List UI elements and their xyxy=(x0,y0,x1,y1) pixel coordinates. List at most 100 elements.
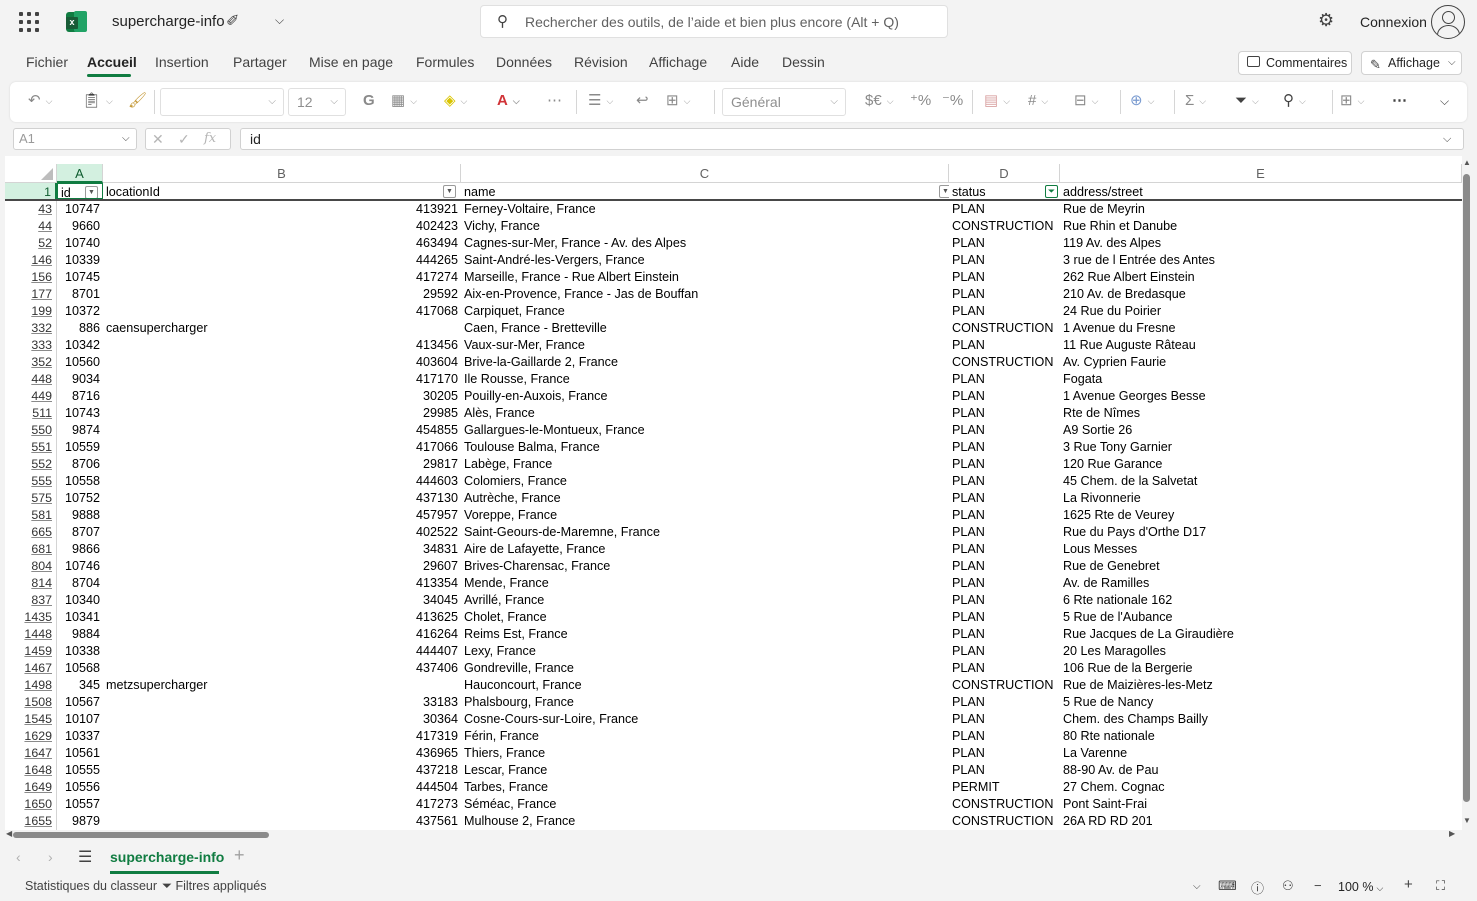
cell-status[interactable]: PLAN xyxy=(949,252,1060,269)
cell-location-id[interactable]: 463494 xyxy=(103,235,461,252)
cell-location-id[interactable]: 417319 xyxy=(103,728,461,745)
decrease-decimal-icon[interactable]: ⁻% xyxy=(942,91,963,111)
cell-street[interactable]: 3 rue de l Entrée des Antes xyxy=(1060,252,1462,269)
cell-id[interactable]: 345 xyxy=(57,677,103,694)
cell-id[interactable]: 10340 xyxy=(57,592,103,609)
cell-location-id[interactable]: 29817 xyxy=(103,456,461,473)
cell-name[interactable]: Saint-Geours-de-Maremne, France xyxy=(461,524,949,541)
merge-cells-icon[interactable]: ⊞ ⌵ xyxy=(666,91,690,111)
cell-id[interactable]: 10558 xyxy=(57,473,103,490)
cell-status[interactable]: PLAN xyxy=(949,490,1060,507)
chevron-down-icon[interactable]: ⌵ xyxy=(275,13,284,28)
cell-location-id[interactable]: 413354 xyxy=(103,575,461,592)
sheet-tab-supercharge-info[interactable]: supercharge-info xyxy=(110,849,224,865)
cell-status[interactable]: CONSTRUCTION xyxy=(949,354,1060,371)
cell-street[interactable]: Rue de Maizières-les-Metz xyxy=(1060,677,1462,694)
help-icon[interactable]: ⓘ xyxy=(1251,878,1264,897)
row-number[interactable]: 1647 xyxy=(5,745,57,762)
undo-icon[interactable]: ↶ ⌵ xyxy=(28,91,52,111)
cell-location-id[interactable]: 402522 xyxy=(103,524,461,541)
cell-name[interactable]: Ile Rousse, France xyxy=(461,371,949,388)
cell-status[interactable]: PLAN xyxy=(949,371,1060,388)
vertical-scroll-thumb[interactable] xyxy=(1463,174,1470,802)
zoom-level[interactable]: 100 % ⌵ xyxy=(1338,877,1390,897)
row-number[interactable]: 156 xyxy=(5,269,57,286)
cell-street[interactable]: 1625 Rte de Veurey xyxy=(1060,507,1462,524)
cell-street[interactable]: 3 Rue Tony Garnier xyxy=(1060,439,1462,456)
cell-id[interactable]: 10339 xyxy=(57,252,103,269)
tab-aide[interactable]: Aide xyxy=(731,54,759,70)
cell-status[interactable]: PLAN xyxy=(949,711,1060,728)
row-number[interactable]: 1508 xyxy=(5,694,57,711)
row-number[interactable]: 681 xyxy=(5,541,57,558)
cell-street[interactable]: 1 Avenue du Fresne xyxy=(1060,320,1462,337)
cell-name[interactable]: Lescar, France xyxy=(461,762,949,779)
app-launcher-icon[interactable] xyxy=(18,11,40,33)
column-header-e[interactable]: E xyxy=(1060,164,1462,183)
name-box[interactable]: A1 ⌵ xyxy=(13,128,137,150)
formula-input[interactable]: id ⌵ xyxy=(240,128,1464,150)
row-number[interactable]: 837 xyxy=(5,592,57,609)
cell-street[interactable]: 1 Avenue Georges Besse xyxy=(1060,388,1462,405)
cell-street[interactable]: 20 Les Maragolles xyxy=(1060,643,1462,660)
cell-location-id[interactable]: 413625 xyxy=(103,609,461,626)
cell-status[interactable]: PLAN xyxy=(949,439,1060,456)
avatar-icon[interactable] xyxy=(1431,5,1465,39)
cell-status[interactable]: PLAN xyxy=(949,558,1060,575)
row-number[interactable]: 1648 xyxy=(5,762,57,779)
cell-location-id[interactable]: 417170 xyxy=(103,371,461,388)
cell-name[interactable]: Marseille, France - Rue Albert Einstein xyxy=(461,269,949,286)
scroll-left-icon[interactable]: ◀ xyxy=(6,829,12,838)
cell-street[interactable]: 120 Rue Garance xyxy=(1060,456,1462,473)
cell-location-id[interactable]: 33183 xyxy=(103,694,461,711)
column-header-b[interactable]: B xyxy=(103,164,461,183)
cell-location-id[interactable]: 454855 xyxy=(103,422,461,439)
align-icon[interactable]: ☰ ⌵ xyxy=(588,91,613,111)
cell-id[interactable]: 10107 xyxy=(57,711,103,728)
cell-name[interactable]: Séméac, France xyxy=(461,796,949,813)
tab-affichage[interactable]: Affichage xyxy=(649,54,707,70)
cell-status[interactable]: PLAN xyxy=(949,609,1060,626)
cell-name[interactable]: Férin, France xyxy=(461,728,949,745)
sort-filter-icon[interactable]: ⏷ ⌵ xyxy=(1235,91,1259,111)
cell-status[interactable]: PLAN xyxy=(949,405,1060,422)
zoom-out-icon[interactable]: − xyxy=(1314,878,1322,893)
tab-mise-en-page[interactable]: Mise en page xyxy=(309,54,393,70)
cell-name[interactable]: Carpiquet, France xyxy=(461,303,949,320)
cell-name[interactable]: Aix-en-Provence, France - Jas de Bouffan xyxy=(461,286,949,303)
conditional-format-icon[interactable]: ▤ ⌵ xyxy=(984,91,1010,111)
cell-location-id[interactable]: 444265 xyxy=(103,252,461,269)
cell-name[interactable]: Cholet, France xyxy=(461,609,949,626)
format-painter-icon[interactable]: 🖌︎ xyxy=(128,91,147,111)
cell-name[interactable]: Saint-André-les-Vergers, France xyxy=(461,252,949,269)
cell-id[interactable]: 10557 xyxy=(57,796,103,813)
cell-name[interactable]: Tarbes, France xyxy=(461,779,949,796)
cell-status[interactable]: PLAN xyxy=(949,643,1060,660)
cell-id[interactable]: 9884 xyxy=(57,626,103,643)
cell-status[interactable]: PLAN xyxy=(949,456,1060,473)
scroll-right-icon[interactable]: ▶ xyxy=(1449,829,1455,838)
add-ins-icon[interactable]: ⊞ ⌵ xyxy=(1340,91,1364,111)
cell-id[interactable]: 9874 xyxy=(57,422,103,439)
cell-name[interactable]: Voreppe, France xyxy=(461,507,949,524)
cell-id[interactable]: 9660 xyxy=(57,218,103,235)
cell-id[interactable]: 10337 xyxy=(57,728,103,745)
cell-status[interactable]: PLAN xyxy=(949,269,1060,286)
cell-street[interactable]: Av. de Ramilles xyxy=(1060,575,1462,592)
cell-id[interactable]: 886 xyxy=(57,320,103,337)
cell-name[interactable]: Autrèche, France xyxy=(461,490,949,507)
cell-name[interactable]: Cagnes-sur-Mer, France - Av. des Alpes xyxy=(461,235,949,252)
row-number[interactable]: 52 xyxy=(5,235,57,252)
accessibility-icon[interactable]: ⚇ xyxy=(1282,878,1294,894)
find-icon[interactable]: ⚲ ⌵ xyxy=(1283,91,1306,111)
cell-location-id[interactable]: 436965 xyxy=(103,745,461,762)
row-number[interactable]: 1650 xyxy=(5,796,57,813)
cell-name[interactable]: Colomiers, France xyxy=(461,473,949,490)
cell-status[interactable]: PLAN xyxy=(949,235,1060,252)
tab-insertion[interactable]: Insertion xyxy=(155,54,209,70)
gear-icon[interactable]: ⚙ xyxy=(1318,10,1334,31)
cell-location-id[interactable]: 417066 xyxy=(103,439,461,456)
cell-name[interactable]: Pouilly-en-Auxois, France xyxy=(461,388,949,405)
filter-applied-icon[interactable]: ⏷ xyxy=(1045,185,1058,198)
more-options-icon[interactable]: ⋯ xyxy=(1392,91,1407,111)
